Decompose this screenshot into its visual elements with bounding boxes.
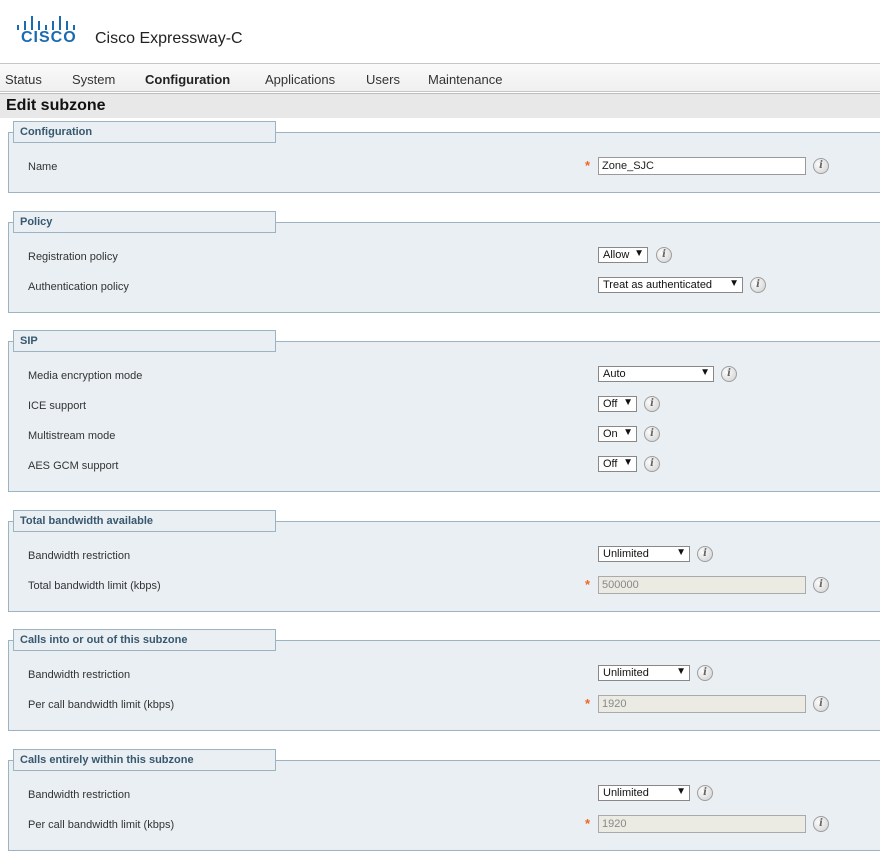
dropdown-arrow-icon: ▼ xyxy=(676,547,686,558)
nav-item-users[interactable]: Users xyxy=(366,72,400,87)
dropdown-arrow-icon: ▼ xyxy=(676,786,686,797)
multistream-mode-select[interactable]: On ▼ xyxy=(598,426,637,442)
dropdown-arrow-icon: ▼ xyxy=(729,278,739,289)
per-call-bandwidth-limit-label: Per call bandwidth limit (kbps) xyxy=(28,819,175,831)
section-calls-within-title: Calls entirely within this subzone xyxy=(20,754,194,766)
total-bandwidth-limit-input[interactable] xyxy=(598,576,806,594)
bandwidth-restriction-label: Bandwidth restriction xyxy=(28,669,131,681)
section-policy-title: Policy xyxy=(20,216,53,228)
calls-within-restriction-value: Unlimited xyxy=(603,787,649,799)
cisco-logo[interactable]: CISCO xyxy=(15,10,79,46)
info-icon[interactable]: i xyxy=(813,577,829,593)
calls-into-out-restriction-value: Unlimited xyxy=(603,667,649,679)
aes-gcm-support-value: Off xyxy=(603,458,618,470)
header: CISCO Cisco Expressway-C xyxy=(0,0,880,62)
section-configuration-title: Configuration xyxy=(20,126,93,138)
info-icon[interactable]: i xyxy=(750,277,766,293)
calls-into-out-restriction-select[interactable]: Unlimited ▼ xyxy=(598,665,690,681)
multistream-mode-label: Multistream mode xyxy=(28,430,116,442)
required-marker: * xyxy=(585,696,591,711)
section-sip-title: SIP xyxy=(20,335,38,347)
media-encryption-select[interactable]: Auto ▼ xyxy=(598,366,714,382)
media-encryption-label: Media encryption mode xyxy=(28,370,143,382)
info-icon[interactable]: i xyxy=(813,816,829,832)
dropdown-arrow-icon: ▼ xyxy=(623,457,633,468)
info-icon[interactable]: i xyxy=(697,785,713,801)
calls-within-restriction-select[interactable]: Unlimited ▼ xyxy=(598,785,690,801)
name-label: Name xyxy=(28,161,58,173)
aes-gcm-support-label: AES GCM support xyxy=(28,460,119,472)
section-policy: Registration policy Authentication polic… xyxy=(8,222,880,313)
authentication-policy-value: Treat as authenticated xyxy=(603,279,713,291)
dropdown-arrow-icon: ▼ xyxy=(623,427,633,438)
bandwidth-restriction-label: Bandwidth restriction xyxy=(28,789,131,801)
info-icon[interactable]: i xyxy=(644,426,660,442)
info-icon[interactable]: i xyxy=(697,546,713,562)
main-nav: Status System Configuration Applications… xyxy=(0,63,880,92)
nav-item-status[interactable]: Status xyxy=(5,72,42,87)
name-input[interactable] xyxy=(598,157,806,175)
section-total-bandwidth: Bandwidth restriction Total bandwidth li… xyxy=(8,521,880,612)
authentication-policy-select[interactable]: Treat as authenticated ▼ xyxy=(598,277,743,293)
section-calls-into-out-title: Calls into or out of this subzone xyxy=(20,634,188,646)
aes-gcm-support-select[interactable]: Off ▼ xyxy=(598,456,637,472)
section-total-bandwidth-tab: Total bandwidth available xyxy=(13,510,276,532)
page-title: Edit subzone xyxy=(6,97,106,114)
total-bandwidth-restriction-value: Unlimited xyxy=(603,548,649,560)
ice-support-value: Off xyxy=(603,398,618,410)
info-icon[interactable]: i xyxy=(656,247,672,263)
registration-policy-select[interactable]: Allow ▼ xyxy=(598,247,648,263)
registration-policy-label: Registration policy xyxy=(28,251,118,263)
dropdown-arrow-icon: ▼ xyxy=(700,367,710,378)
info-icon[interactable]: i xyxy=(644,456,660,472)
info-icon[interactable]: i xyxy=(644,396,660,412)
total-bandwidth-restriction-select[interactable]: Unlimited ▼ xyxy=(598,546,690,562)
section-calls-into-out: Bandwidth restriction Per call bandwidth… xyxy=(8,640,880,731)
section-policy-tab: Policy xyxy=(13,211,276,233)
calls-into-out-limit-input[interactable] xyxy=(598,695,806,713)
info-icon[interactable]: i xyxy=(697,665,713,681)
bandwidth-restriction-label: Bandwidth restriction xyxy=(28,550,131,562)
calls-within-limit-input[interactable] xyxy=(598,815,806,833)
cisco-logo-text: CISCO xyxy=(21,29,77,46)
total-bandwidth-limit-label: Total bandwidth limit (kbps) xyxy=(28,580,161,592)
multistream-mode-value: On xyxy=(603,428,618,440)
dropdown-arrow-icon: ▼ xyxy=(634,248,644,259)
info-icon[interactable]: i xyxy=(813,158,829,174)
authentication-policy-label: Authentication policy xyxy=(28,281,129,293)
section-total-bandwidth-title: Total bandwidth available xyxy=(20,515,154,527)
nav-item-configuration[interactable]: Configuration xyxy=(145,72,230,87)
section-sip-tab: SIP xyxy=(13,330,276,352)
section-configuration-tab: Configuration xyxy=(13,121,276,143)
nav-item-applications[interactable]: Applications xyxy=(265,72,335,87)
product-name: Cisco Expressway-C xyxy=(95,30,243,47)
media-encryption-value: Auto xyxy=(603,368,626,380)
section-calls-into-out-tab: Calls into or out of this subzone xyxy=(13,629,276,651)
dropdown-arrow-icon: ▼ xyxy=(623,397,633,408)
ice-support-label: ICE support xyxy=(28,400,87,412)
info-icon[interactable]: i xyxy=(721,366,737,382)
required-marker: * xyxy=(585,158,591,173)
nav-item-maintenance[interactable]: Maintenance xyxy=(428,72,502,87)
nav-item-system[interactable]: System xyxy=(72,72,115,87)
section-sip: Media encryption mode ICE support Multis… xyxy=(8,341,880,492)
section-calls-within-tab: Calls entirely within this subzone xyxy=(13,749,276,771)
required-marker: * xyxy=(585,816,591,831)
per-call-bandwidth-limit-label: Per call bandwidth limit (kbps) xyxy=(28,699,175,711)
required-marker: * xyxy=(585,577,591,592)
dropdown-arrow-icon: ▼ xyxy=(676,666,686,677)
info-icon[interactable]: i xyxy=(813,696,829,712)
page-title-bar: Edit subzone xyxy=(0,93,880,118)
cisco-logo-bars-icon xyxy=(15,10,79,30)
registration-policy-value: Allow xyxy=(603,249,630,261)
section-calls-within: Bandwidth restriction Per call bandwidth… xyxy=(8,760,880,851)
ice-support-select[interactable]: Off ▼ xyxy=(598,396,637,412)
